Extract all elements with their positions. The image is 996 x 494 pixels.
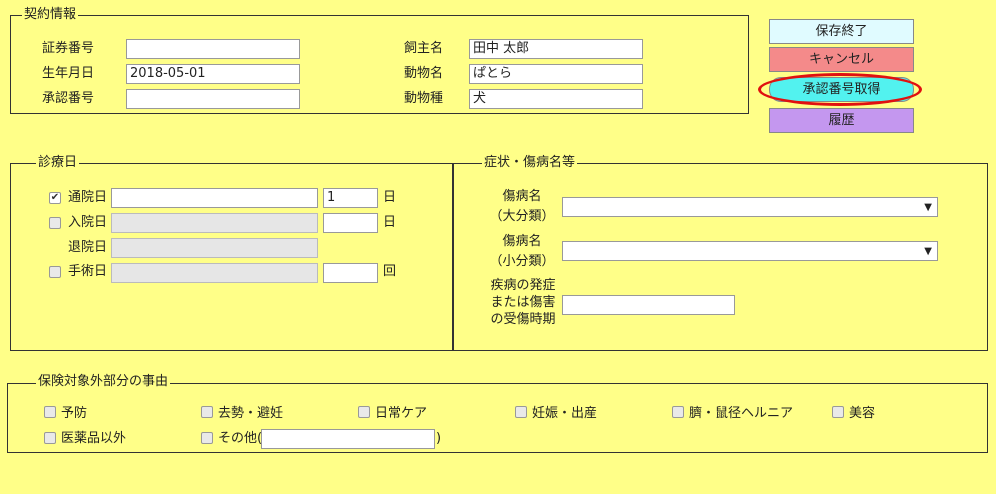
approval-number-input[interactable]	[126, 89, 300, 109]
exclusion-checkbox-other[interactable]	[201, 432, 213, 444]
chevron-down-icon: ▼	[924, 202, 932, 213]
exclusion-section	[7, 383, 988, 453]
major-category-label-line1: 傷病名	[502, 189, 542, 204]
exclusion-checkbox-neuter[interactable]	[201, 406, 213, 418]
history-button[interactable]: 履歴	[769, 108, 914, 133]
discharge-dates-input[interactable]	[111, 238, 318, 258]
outpatient-count-input[interactable]: 1	[323, 188, 378, 208]
outpatient-unit: 日	[383, 190, 397, 205]
minor-category-label-line1: 傷病名	[502, 234, 542, 249]
major-category-label-line2: （大分類）	[489, 209, 555, 224]
admission-unit: 日	[383, 215, 397, 230]
exclusion-checkbox-prevention[interactable]	[44, 406, 56, 418]
surgery-unit: 回	[383, 264, 397, 279]
major-category-select[interactable]: ▼	[562, 197, 938, 217]
onset-label: 疾病の発症 または傷害 の受傷時期	[488, 278, 558, 328]
surgery-checkbox[interactable]	[49, 266, 61, 278]
admission-label: 入院日	[68, 215, 108, 230]
exclusion-other-close: )	[436, 431, 442, 446]
birth-date-input[interactable]: 2018-05-01	[126, 64, 300, 84]
animal-name-input[interactable]: ぱとら	[469, 64, 643, 84]
onset-label-line1: 疾病の発症	[490, 278, 556, 293]
exclusion-checkbox-daily-care[interactable]	[358, 406, 370, 418]
section-divider	[452, 163, 454, 351]
exclusion-checkbox-pregnancy[interactable]	[515, 406, 527, 418]
onset-label-line2: または傷害	[490, 295, 556, 310]
animal-type-label: 動物種	[404, 91, 444, 106]
approval-number-label: 承認番号	[42, 91, 95, 106]
birth-date-label: 生年月日	[42, 66, 95, 81]
securities-number-input[interactable]	[126, 39, 300, 59]
exclusion-label-hernia: 臍・鼠径ヘルニア	[689, 406, 794, 421]
surgery-label: 手術日	[68, 264, 108, 279]
minor-category-label-line2: （小分類）	[489, 254, 555, 269]
owner-name-input[interactable]: 田中 太郎	[469, 39, 643, 59]
outpatient-checkbox[interactable]: ✔	[49, 192, 61, 204]
exclusion-label-pregnancy: 妊娠・出産	[532, 406, 598, 421]
onset-label-line3: の受傷時期	[490, 312, 556, 327]
animal-type-input[interactable]: 犬	[469, 89, 643, 109]
onset-time-input[interactable]	[562, 295, 735, 315]
exclusion-label-daily-care: 日常ケア	[375, 406, 428, 421]
exclusion-checkbox-non-medicine[interactable]	[44, 432, 56, 444]
minor-category-label: 傷病名 （小分類）	[482, 234, 562, 270]
highlight-ring	[758, 73, 922, 106]
admission-checkbox[interactable]	[49, 217, 61, 229]
exclusion-label-other: その他(	[218, 431, 263, 446]
save-finish-button[interactable]: 保存終了	[769, 19, 914, 44]
exclusion-checkbox-beauty[interactable]	[832, 406, 844, 418]
exclusion-other-input[interactable]	[261, 429, 435, 449]
major-category-label: 傷病名 （大分類）	[482, 189, 562, 225]
chevron-down-icon: ▼	[924, 246, 932, 257]
symptoms-legend: 症状・傷病名等	[482, 155, 578, 170]
securities-number-label: 証券番号	[42, 41, 95, 56]
exclusion-checkbox-hernia[interactable]	[672, 406, 684, 418]
exclusion-label-prevention: 予防	[61, 406, 88, 421]
admission-count-input[interactable]	[323, 213, 378, 233]
contract-info-legend: 契約情報	[22, 7, 79, 22]
owner-name-label: 飼主名	[404, 41, 444, 56]
treatment-legend: 診療日	[36, 155, 80, 170]
surgery-count-input[interactable]	[323, 263, 378, 283]
admission-dates-input[interactable]	[111, 213, 318, 233]
discharge-label: 退院日	[68, 240, 108, 255]
outpatient-dates-input[interactable]	[111, 188, 318, 208]
exclusion-legend: 保険対象外部分の事由	[36, 374, 171, 389]
exclusion-label-neuter: 去勢・避妊	[218, 406, 284, 421]
cancel-button[interactable]: キャンセル	[769, 47, 914, 72]
animal-name-label: 動物名	[404, 66, 444, 81]
outpatient-label: 通院日	[68, 190, 108, 205]
minor-category-select[interactable]: ▼	[562, 241, 938, 261]
exclusion-label-non-medicine: 医薬品以外	[61, 431, 127, 446]
surgery-dates-input[interactable]	[111, 263, 318, 283]
check-icon: ✔	[50, 192, 60, 203]
exclusion-label-beauty: 美容	[849, 406, 876, 421]
